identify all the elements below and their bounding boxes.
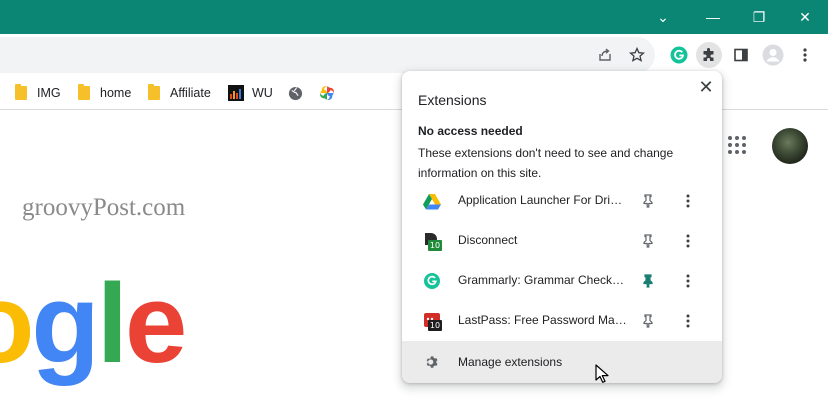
logo-letter: e <box>124 261 187 386</box>
pin-icon[interactable] <box>638 311 658 331</box>
extensions-puzzle-icon[interactable] <box>696 42 722 68</box>
bookmark-label: Affiliate <box>170 86 211 100</box>
folder-icon <box>15 84 27 100</box>
bookmark-label: WU <box>252 86 273 100</box>
mouse-cursor-icon <box>595 364 609 383</box>
popup-title: Extensions <box>418 92 487 108</box>
account-avatar[interactable] <box>772 128 808 164</box>
bookmark-star-icon[interactable] <box>624 42 650 68</box>
extension-row-grammarly[interactable]: Grammarly: Grammar Checker and Writing A… <box>402 261 722 301</box>
manage-extensions-label: Manage extensions <box>458 355 563 369</box>
extension-row-lastpass[interactable]: 10 LastPass: Free Password Manager <box>402 301 722 341</box>
browser-toolbar <box>0 34 828 76</box>
lastpass-icon: 10 <box>422 311 442 331</box>
grammarly-toolbar-icon[interactable] <box>666 42 692 68</box>
browser-menu-icon[interactable] <box>792 42 818 68</box>
extension-name: Grammarly: Grammar Checker and Writing A… <box>458 273 628 287</box>
more-options-icon[interactable] <box>678 311 698 331</box>
bookmark-img[interactable]: IMG <box>15 83 61 103</box>
extensions-popup: Extensions ✕ No access needed These exte… <box>402 71 722 383</box>
bookmark-home[interactable]: home <box>78 83 131 103</box>
side-panel-icon[interactable] <box>728 42 754 68</box>
close-icon[interactable]: ✕ <box>696 77 716 97</box>
section-heading: No access needed <box>418 124 523 138</box>
extension-row-disconnect[interactable]: 10 Disconnect <box>402 221 722 261</box>
google-drive-icon <box>423 194 441 210</box>
logo-letter: g <box>31 261 99 386</box>
minimize-button[interactable]: — <box>690 0 736 34</box>
extension-name: Disconnect <box>458 233 518 247</box>
extension-badge: 10 <box>428 320 442 331</box>
extension-name: LastPass: Free Password Manager <box>458 313 628 327</box>
window-title-bar: ⌄ — ❐ ✕ <box>0 0 828 34</box>
extension-badge: 10 <box>428 240 442 251</box>
address-bar[interactable] <box>0 37 655 73</box>
extension-row-application-launcher[interactable]: Application Launcher For Drive (by Googl… <box>402 181 722 221</box>
globe-icon <box>288 86 303 100</box>
google-logo[interactable]: ogle <box>0 268 187 380</box>
grammarly-icon <box>424 273 440 289</box>
profile-avatar-icon[interactable] <box>760 42 786 68</box>
pin-icon[interactable] <box>638 191 658 211</box>
bookmark-globe[interactable] <box>288 83 303 103</box>
folder-icon <box>148 84 160 100</box>
close-window-button[interactable]: ✕ <box>782 0 828 34</box>
logo-letter: l <box>96 261 128 386</box>
section-description: These extensions don't need to see and c… <box>418 146 674 180</box>
gear-icon <box>422 352 442 372</box>
extension-name: Application Launcher For Drive (by Googl… <box>458 193 628 207</box>
bookmark-label: IMG <box>37 86 61 100</box>
more-options-icon[interactable] <box>678 191 698 211</box>
site-watermark: groovyPost.com <box>22 194 186 221</box>
pin-icon[interactable] <box>638 231 658 251</box>
folder-icon <box>78 84 90 100</box>
more-options-icon[interactable] <box>678 271 698 291</box>
bookmark-affiliate[interactable]: Affiliate <box>148 83 211 103</box>
restore-button[interactable]: ❐ <box>736 0 782 34</box>
more-options-icon[interactable] <box>678 231 698 251</box>
manage-extensions-button[interactable]: Manage extensions <box>402 341 722 383</box>
bookmark-label: home <box>100 86 132 100</box>
tab-search-icon[interactable]: ⌄ <box>640 0 686 34</box>
wu-favicon <box>228 85 244 101</box>
google-apps-icon[interactable] <box>728 136 746 154</box>
disconnect-icon: 10 <box>422 231 442 251</box>
bookmark-wu[interactable]: WU <box>228 83 273 103</box>
share-icon[interactable] <box>592 42 618 68</box>
pinned-icon[interactable] <box>638 271 658 291</box>
google-photos-icon <box>320 86 334 100</box>
logo-letter: o <box>0 261 34 386</box>
bookmark-photos[interactable] <box>319 83 335 103</box>
